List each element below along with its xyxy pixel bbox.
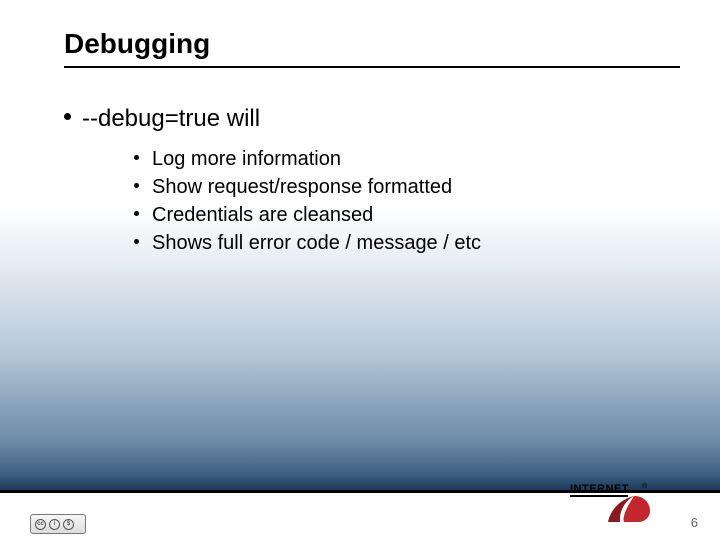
slide: Debugging --debug=true will Log more inf… [0,0,720,540]
by-icon: i [49,519,60,530]
internet2-logo: INTERNET ® [570,478,662,522]
bullet-dot-icon [64,113,71,120]
sub-bullet-list: Log more information Show request/respon… [64,147,656,256]
content-area: --debug=true will Log more information S… [64,105,656,259]
logo-text: INTERNET [570,483,629,495]
slide-title: Debugging [64,28,680,60]
page-number: 6 [691,515,698,530]
bullet-level2-text: Credentials are cleansed [152,204,373,226]
cc-license-badge: cc i $ [30,514,86,534]
logo-mark-icon [608,496,650,522]
bullet-level2-text: Shows full error code / message / etc [152,232,481,254]
bullet-level2: Show request/response formatted [134,175,656,200]
registered-icon: ® [642,482,648,490]
bullet-level2: Shows full error code / message / etc [134,231,656,256]
title-wrap: Debugging [64,28,680,68]
cc-icon: cc [35,519,46,530]
bullet-level1-text: --debug=true will [82,105,260,132]
nc-icon: $ [63,519,74,530]
bullet-dot-icon [134,211,139,216]
bullet-level2-text: Log more information [152,148,341,170]
bullet-dot-icon [134,155,139,160]
bullet-level2: Credentials are cleansed [134,203,656,228]
bullet-level2: Log more information [134,147,656,172]
bullet-dot-icon [134,183,139,188]
bullet-level2-text: Show request/response formatted [152,176,452,198]
bullet-dot-icon [134,239,139,244]
bullet-level1: --debug=true will [64,105,656,133]
